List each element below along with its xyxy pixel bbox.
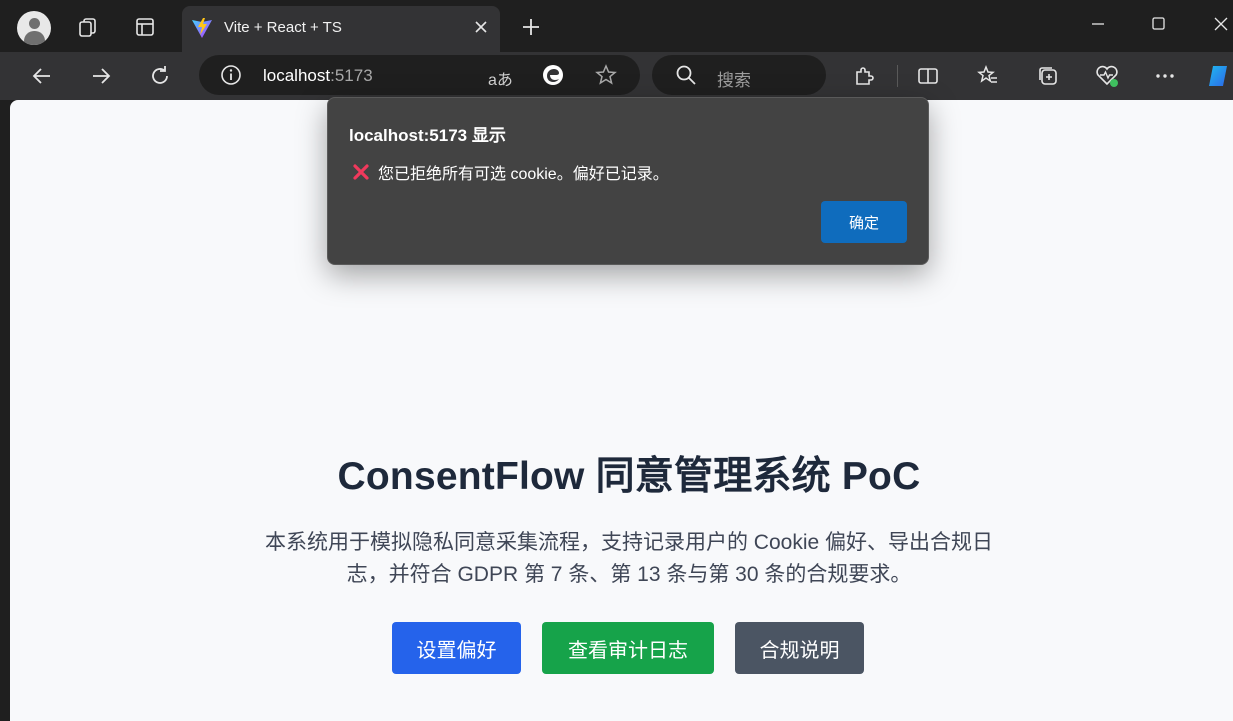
dialog-message: 您已拒绝所有可选 cookie。偏好已记录。 bbox=[352, 160, 669, 184]
forward-icon[interactable] bbox=[88, 63, 114, 89]
view-audit-log-button[interactable]: 查看审计日志 bbox=[542, 622, 714, 674]
page-description: 本系统用于模拟隐私同意采集流程，支持记录用户的 Cookie 偏好、导出合规日志… bbox=[264, 531, 994, 586]
vite-favicon-icon bbox=[192, 18, 212, 38]
refresh-icon[interactable] bbox=[147, 63, 173, 89]
add-favorite-star-icon[interactable] bbox=[594, 63, 618, 87]
search-icon bbox=[676, 65, 696, 85]
browser-essentials-icon[interactable] bbox=[1094, 63, 1120, 89]
site-info-icon[interactable] bbox=[220, 64, 242, 86]
copilot-icon[interactable] bbox=[1205, 63, 1233, 89]
edge-icon[interactable] bbox=[541, 63, 565, 87]
tab-title: Vite + React + TS bbox=[224, 19, 342, 36]
window-close-icon[interactable] bbox=[1209, 12, 1233, 36]
tab-active[interactable]: Vite + React + TS bbox=[182, 6, 500, 52]
split-screen-icon[interactable] bbox=[915, 63, 941, 89]
workspaces-icon[interactable] bbox=[76, 15, 100, 39]
extensions-icon[interactable] bbox=[851, 63, 877, 89]
dialog-ok-button[interactable]: 确定 bbox=[821, 201, 907, 243]
set-preferences-button[interactable]: 设置偏好 bbox=[392, 622, 521, 674]
address-url[interactable]: localhost:5173 bbox=[263, 66, 373, 86]
favorites-icon[interactable] bbox=[975, 63, 1001, 89]
more-options-icon[interactable] bbox=[1152, 63, 1178, 89]
back-icon[interactable] bbox=[29, 63, 55, 89]
profile-avatar-icon[interactable] bbox=[17, 11, 51, 45]
alert-dialog: localhost:5173 显示 您已拒绝所有可选 cookie。偏好已记录。… bbox=[327, 97, 929, 265]
maximize-icon[interactable] bbox=[1146, 12, 1170, 36]
minimize-icon[interactable] bbox=[1086, 12, 1110, 36]
dialog-message-text: 您已拒绝所有可选 cookie。偏好已记录。 bbox=[378, 166, 669, 183]
search-placeholder: 搜索 bbox=[717, 71, 751, 90]
search-box[interactable]: 搜索 bbox=[652, 55, 826, 95]
page-title: ConsentFlow 同意管理系统 PoC bbox=[337, 455, 921, 498]
cross-mark-icon bbox=[353, 164, 369, 180]
tab-actions-icon[interactable] bbox=[133, 15, 157, 39]
browser-toolbar: localhost:5173 aあ 搜索 bbox=[0, 52, 1233, 100]
read-aloud-icon[interactable]: aあ bbox=[488, 66, 513, 90]
compliance-info-button[interactable]: 合规说明 bbox=[735, 622, 864, 674]
close-tab-icon[interactable] bbox=[472, 18, 490, 36]
new-tab-icon[interactable] bbox=[519, 15, 543, 39]
address-bar[interactable]: localhost:5173 aあ bbox=[199, 55, 640, 95]
collections-icon[interactable] bbox=[1035, 63, 1061, 89]
toolbar-divider bbox=[897, 65, 898, 87]
dialog-title: localhost:5173 显示 bbox=[349, 126, 506, 145]
tab-strip: Vite + React + TS bbox=[0, 0, 1233, 52]
